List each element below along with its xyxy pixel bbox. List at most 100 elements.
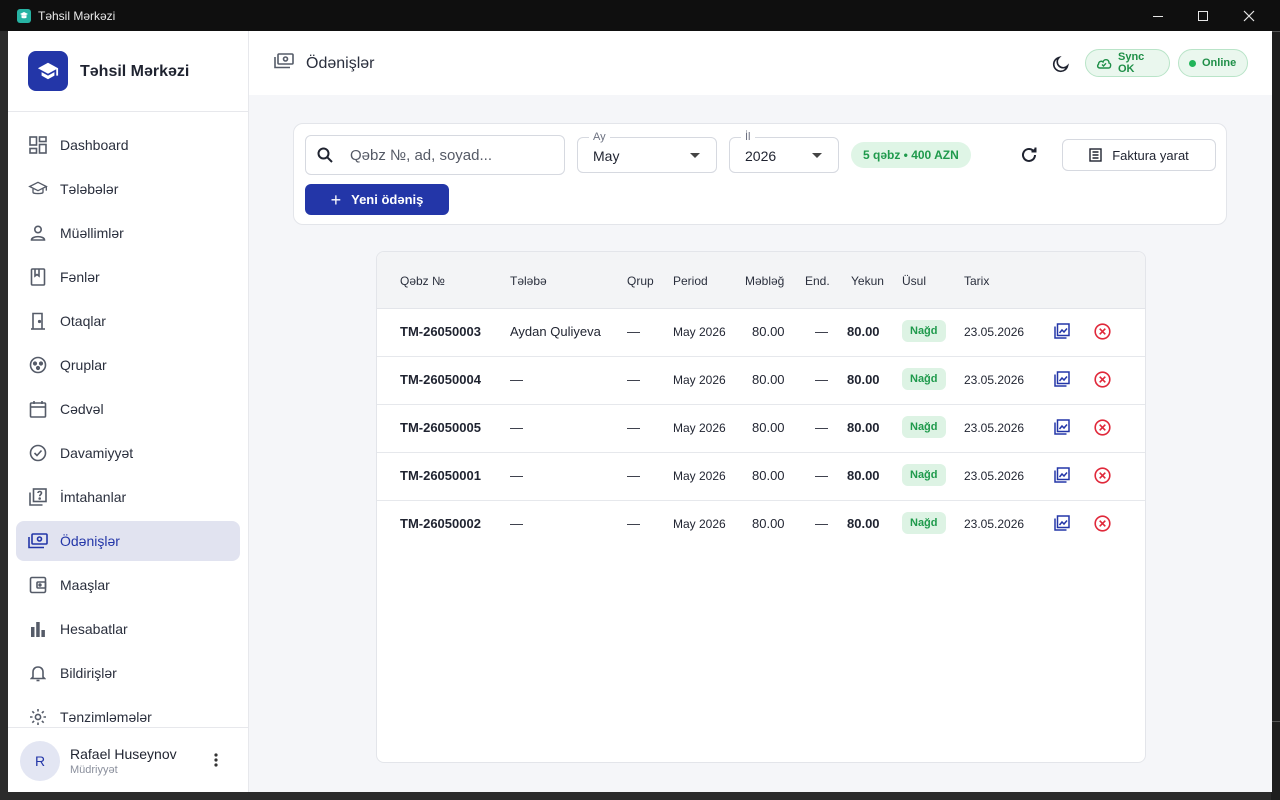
discount-cell: — <box>815 420 828 435</box>
receipt-number: TM-26050004 <box>400 372 481 387</box>
student-name: — <box>510 516 523 531</box>
print-receipt-icon[interactable] <box>1052 321 1072 341</box>
dropdown-arrow-icon <box>690 153 700 158</box>
amount-cell: 80.00 <box>752 420 785 435</box>
total-cell: 80.00 <box>847 324 880 339</box>
search-box[interactable] <box>305 135 565 175</box>
new-payment-button[interactable]: + Yeni ödəniş <box>305 184 449 215</box>
payments-icon <box>274 53 294 74</box>
date-cell: 23.05.2026 <box>964 469 1025 483</box>
method-badge: Nağd <box>902 512 946 534</box>
column-header[interactable]: Yekun <box>851 274 884 288</box>
sidebar-item-label: Davamiyyət <box>60 445 134 461</box>
refresh-icon[interactable] <box>1017 143 1041 167</box>
sidebar-item-groups[interactable]: Qruplar <box>16 345 240 385</box>
new-payment-label: Yeni ödəniş <box>351 192 424 207</box>
sidebar-item-students[interactable]: Tələbələr <box>16 169 240 209</box>
group-cell: — <box>627 468 640 483</box>
year-select-label: İl <box>741 131 755 143</box>
print-receipt-icon[interactable] <box>1052 513 1072 533</box>
door-icon <box>28 311 48 331</box>
sidebar-item-label: Müəllimlər <box>60 225 124 241</box>
bell-icon <box>28 663 48 683</box>
sidebar-item-dashboard[interactable]: Dashboard <box>16 125 240 165</box>
sidebar-item-payments[interactable]: Ödənişlər <box>16 521 240 561</box>
delete-icon[interactable] <box>1092 465 1112 485</box>
method-badge: Nağd <box>902 320 946 342</box>
sidebar-item-schedule[interactable]: Cədvəl <box>16 389 240 429</box>
column-header[interactable]: End. <box>805 274 830 288</box>
sidebar-item-label: Fənlər <box>60 269 100 285</box>
book-icon <box>28 267 48 287</box>
column-header[interactable]: Tələbə <box>510 274 547 288</box>
check-circle-icon <box>28 443 48 463</box>
sidebar-item-label: Qruplar <box>60 357 107 373</box>
search-input[interactable] <box>348 145 552 165</box>
status-dot-icon <box>1189 59 1196 67</box>
total-cell: 80.00 <box>847 516 880 531</box>
month-select[interactable]: Ay May <box>577 131 717 173</box>
brand: Təhsil Mərkəzi <box>8 31 248 112</box>
method-badge: Nağd <box>902 464 946 486</box>
sidebar-item-salaries[interactable]: Maaşlar <box>16 565 240 605</box>
column-header[interactable]: Qrup <box>627 274 654 288</box>
table-row[interactable]: TM-26050004 — — May 2026 80.00 — 80.00 N… <box>377 356 1145 405</box>
sidebar-item-label: Bildirişlər <box>60 665 117 681</box>
app-icon <box>17 8 31 23</box>
column-header[interactable]: Qəbz № <box>400 274 445 288</box>
sidebar-item-teachers[interactable]: Müəllimlər <box>16 213 240 253</box>
print-receipt-icon[interactable] <box>1052 417 1072 437</box>
period-cell: May 2026 <box>673 421 726 435</box>
graduation-cap-logo-icon <box>28 51 68 91</box>
window-title: Təhsil Mərkəzi <box>38 8 116 23</box>
receipt-number: TM-26050005 <box>400 420 481 435</box>
print-receipt-icon[interactable] <box>1052 465 1072 485</box>
sidebar-item-rooms[interactable]: Otaqlar <box>16 301 240 341</box>
avatar[interactable]: R <box>20 741 60 781</box>
sidebar: Təhsil Mərkəzi Dashboard Tələbələr Müəll… <box>8 31 249 792</box>
student-name: Aydan Quliyeva <box>510 324 601 339</box>
close-window-button[interactable] <box>1226 0 1272 31</box>
sidebar-item-attendance[interactable]: Davamiyyət <box>16 433 240 473</box>
delete-icon[interactable] <box>1092 513 1112 533</box>
more-vert-icon[interactable] <box>208 750 224 770</box>
table-row[interactable]: TM-26050001 — — May 2026 80.00 — 80.00 N… <box>377 452 1145 501</box>
person-icon <box>28 223 48 243</box>
period-cell: May 2026 <box>673 517 726 531</box>
maximize-button[interactable] <box>1180 0 1226 31</box>
gear-icon <box>28 707 48 727</box>
quiz-icon <box>28 487 48 507</box>
create-invoice-button[interactable]: Faktura yarat <box>1062 139 1216 171</box>
sidebar-item-notifications[interactable]: Bildirişlər <box>16 653 240 693</box>
dark-mode-toggle-icon[interactable] <box>1049 52 1073 76</box>
table-row[interactable]: TM-26050005 — — May 2026 80.00 — 80.00 N… <box>377 404 1145 453</box>
table-row[interactable]: TM-26050003 Aydan Quliyeva — May 2026 80… <box>377 308 1145 357</box>
minimize-button[interactable] <box>1135 0 1181 31</box>
delete-icon[interactable] <box>1092 369 1112 389</box>
student-name: — <box>510 468 523 483</box>
discount-cell: — <box>815 324 828 339</box>
receipt-icon <box>1089 148 1102 162</box>
user-role: Müdriyyət <box>70 764 118 776</box>
delete-icon[interactable] <box>1092 321 1112 341</box>
year-select[interactable]: İl 2026 <box>729 131 839 173</box>
online-status-label: Online <box>1202 57 1237 69</box>
column-header[interactable]: Period <box>673 274 708 288</box>
discount-cell: — <box>815 468 828 483</box>
print-receipt-icon[interactable] <box>1052 369 1072 389</box>
sidebar-item-reports[interactable]: Hesabatlar <box>16 609 240 649</box>
sidebar-item-exams[interactable]: İmtahanlar <box>16 477 240 517</box>
column-header[interactable]: Üsul <box>902 274 926 288</box>
plus-icon: + <box>330 189 342 210</box>
dashboard-icon <box>28 135 48 155</box>
sidebar-item-subjects[interactable]: Fənlər <box>16 257 240 297</box>
sidebar-item-label: Cədvəl <box>60 401 104 417</box>
column-header[interactable]: Tarix <box>964 274 989 288</box>
table-row[interactable]: TM-26050002 — — May 2026 80.00 — 80.00 N… <box>377 500 1145 548</box>
date-cell: 23.05.2026 <box>964 325 1025 339</box>
total-cell: 80.00 <box>847 468 880 483</box>
delete-icon[interactable] <box>1092 417 1112 437</box>
year-select-value: 2026 <box>745 148 777 164</box>
column-header[interactable]: Məbləğ <box>745 274 784 288</box>
online-status-badge: Online <box>1178 49 1248 77</box>
